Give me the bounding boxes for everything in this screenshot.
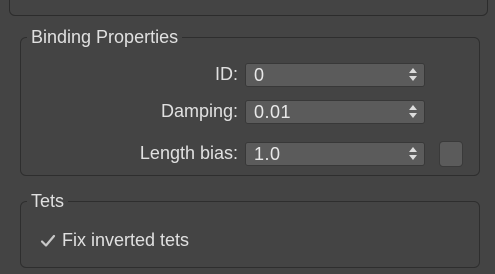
length-bias-value[interactable]: 1.0 bbox=[254, 143, 281, 165]
damping-label: Damping: bbox=[160, 101, 238, 121]
fix-inverted-tets-label[interactable]: Fix inverted tets bbox=[62, 229, 189, 251]
previous-group-box bbox=[9, 0, 488, 16]
id-spinner[interactable]: 0 bbox=[245, 63, 425, 87]
tets-title: Tets bbox=[27, 190, 69, 212]
spinner-down-arrow[interactable] bbox=[409, 155, 417, 160]
spinner-up-arrow[interactable] bbox=[409, 68, 417, 73]
binding-properties-title: Binding Properties bbox=[27, 26, 183, 48]
damping-spinner[interactable]: 0.01 bbox=[245, 100, 425, 124]
id-value[interactable]: 0 bbox=[254, 64, 265, 86]
fix-inverted-tets-checkbox[interactable] bbox=[40, 233, 56, 249]
spinner-down-arrow[interactable] bbox=[409, 76, 417, 81]
length-bias-spinner[interactable]: 1.0 bbox=[245, 142, 425, 166]
up-down-arrows-icon[interactable] bbox=[408, 105, 418, 119]
up-down-arrows-icon[interactable] bbox=[408, 68, 418, 82]
damping-value[interactable]: 0.01 bbox=[254, 101, 291, 123]
spinner-up-arrow[interactable] bbox=[409, 147, 417, 152]
spinner-down-arrow[interactable] bbox=[409, 113, 417, 118]
checkmark-icon bbox=[40, 234, 56, 247]
spinner-up-arrow[interactable] bbox=[409, 105, 417, 110]
up-down-arrows-icon[interactable] bbox=[408, 147, 418, 161]
length-bias-label: Length bias: bbox=[139, 143, 238, 163]
id-label: ID: bbox=[214, 64, 238, 84]
length-bias-extra-button[interactable] bbox=[439, 141, 463, 167]
